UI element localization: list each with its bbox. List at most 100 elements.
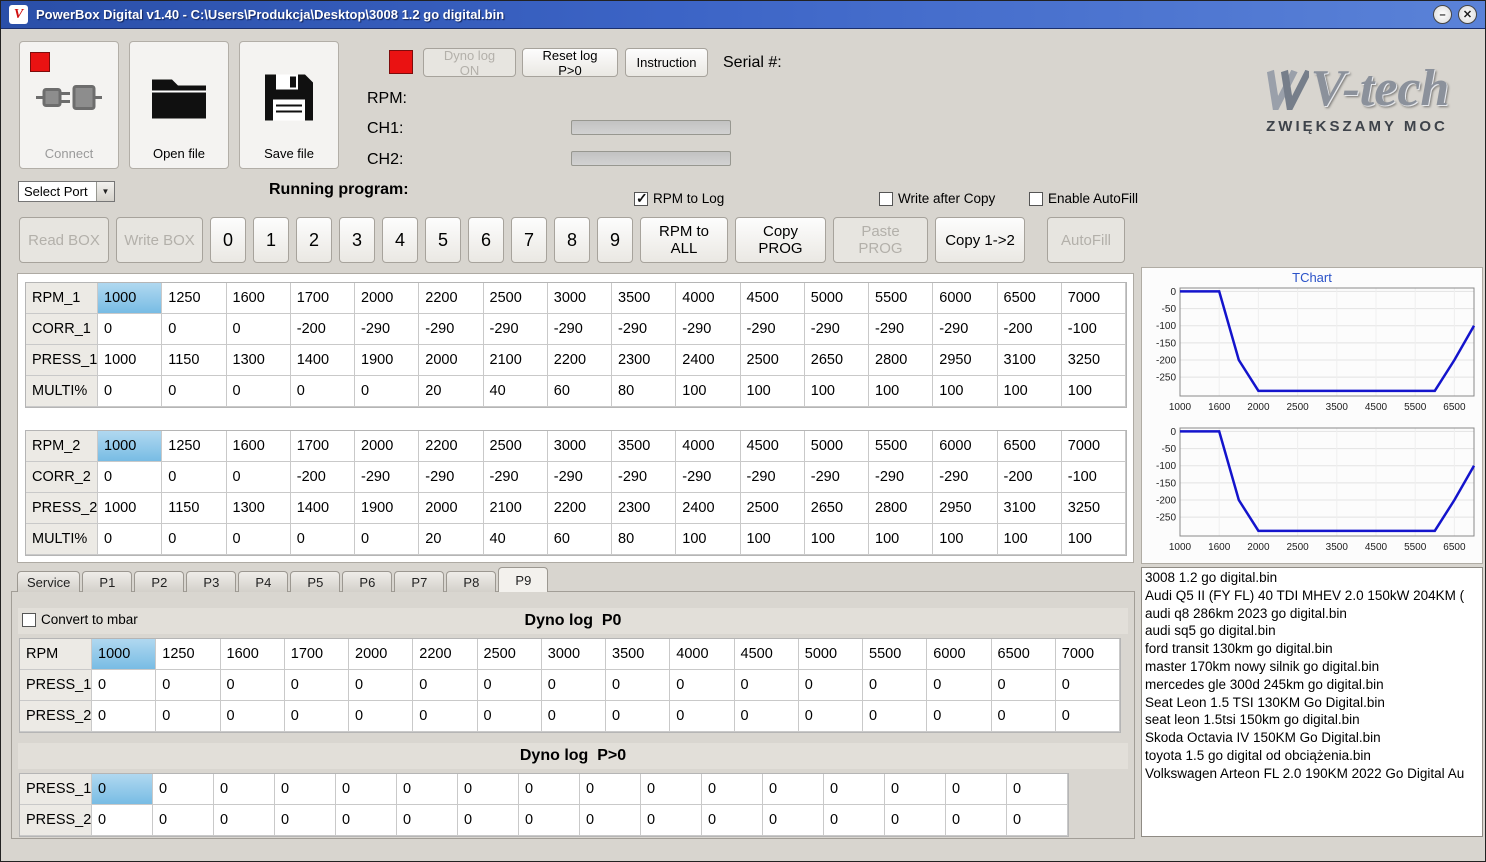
- table-cell[interactable]: 0: [641, 805, 702, 836]
- table-cell[interactable]: 0: [290, 376, 355, 407]
- table-cell[interactable]: -290: [419, 462, 484, 493]
- table-cell[interactable]: 2650: [804, 493, 869, 524]
- table-cell[interactable]: 4500: [740, 283, 805, 314]
- open-file-button[interactable]: Open file: [129, 41, 229, 169]
- tab-p9[interactable]: P9: [498, 567, 549, 592]
- rpm-to-log-checkbox[interactable]: RPM to Log: [634, 190, 724, 207]
- table-cell[interactable]: 0: [284, 701, 349, 732]
- table-cell[interactable]: 7000: [1061, 431, 1126, 462]
- write-after-copy-checkbox[interactable]: Write after Copy: [879, 191, 995, 206]
- table-cell[interactable]: 5000: [804, 431, 869, 462]
- table-cell[interactable]: 2200: [547, 493, 612, 524]
- table-cell[interactable]: 100: [676, 376, 741, 407]
- table-cell[interactable]: 20: [419, 524, 484, 555]
- table-cell[interactable]: 4000: [676, 431, 741, 462]
- table-cell[interactable]: 2300: [612, 493, 677, 524]
- table-cell[interactable]: 2500: [740, 345, 805, 376]
- table-cell[interactable]: 0: [92, 701, 157, 732]
- table-cell[interactable]: 0: [734, 701, 799, 732]
- table-cell[interactable]: 100: [676, 524, 741, 555]
- tab-p3[interactable]: P3: [186, 571, 237, 592]
- table-cell[interactable]: 3100: [997, 345, 1062, 376]
- table-cell[interactable]: 1150: [162, 345, 227, 376]
- tab-p5[interactable]: P5: [290, 571, 341, 592]
- table-cell[interactable]: 0: [92, 670, 157, 701]
- table-cell[interactable]: 1600: [220, 639, 285, 670]
- table-cell[interactable]: 0: [885, 805, 946, 836]
- file-item[interactable]: Audi Q5 II (FY FL) 40 TDI MHEV 2.0 150kW…: [1142, 587, 1482, 605]
- table-cell[interactable]: 0: [927, 701, 992, 732]
- table-cell[interactable]: 0: [458, 774, 519, 805]
- table-cell[interactable]: 0: [1055, 701, 1120, 732]
- table-cell[interactable]: 0: [153, 805, 214, 836]
- table-cell[interactable]: 0: [670, 670, 735, 701]
- table-cell[interactable]: 0: [98, 524, 163, 555]
- table-cell[interactable]: 1600: [226, 431, 291, 462]
- table-cell[interactable]: 0: [458, 805, 519, 836]
- table-cell[interactable]: 0: [156, 701, 221, 732]
- table-cell[interactable]: 0: [162, 462, 227, 493]
- table-cell[interactable]: 2950: [933, 493, 998, 524]
- write-box-button[interactable]: Write BOX: [116, 217, 203, 263]
- table-cell[interactable]: 1150: [162, 493, 227, 524]
- table-cell[interactable]: 0: [641, 774, 702, 805]
- table-cell[interactable]: 0: [226, 524, 291, 555]
- table-cell[interactable]: 0: [397, 774, 458, 805]
- table-cell[interactable]: 1000: [98, 493, 163, 524]
- table-cell[interactable]: 6500: [997, 431, 1062, 462]
- table-cell[interactable]: -100: [1061, 314, 1126, 345]
- table-cell[interactable]: 0: [991, 701, 1056, 732]
- table-cell[interactable]: 1000: [98, 431, 163, 462]
- digit-button-6[interactable]: 6: [468, 217, 504, 263]
- table-cell[interactable]: 100: [869, 524, 934, 555]
- table-cell[interactable]: 3000: [547, 283, 612, 314]
- table-cell[interactable]: 0: [477, 670, 542, 701]
- table-cell[interactable]: -290: [547, 462, 612, 493]
- table-cell[interactable]: 1700: [290, 431, 355, 462]
- table-cell[interactable]: 40: [483, 376, 548, 407]
- table-cell[interactable]: -290: [869, 462, 934, 493]
- table-cell[interactable]: 60: [547, 376, 612, 407]
- table-cell[interactable]: 3500: [612, 431, 677, 462]
- table-cell[interactable]: 3000: [541, 639, 606, 670]
- table-cell[interactable]: 4000: [676, 283, 741, 314]
- table-cell[interactable]: 0: [670, 701, 735, 732]
- table-cell[interactable]: 2800: [869, 345, 934, 376]
- table-cell[interactable]: 0: [1055, 670, 1120, 701]
- digit-button-3[interactable]: 3: [339, 217, 375, 263]
- table-cell[interactable]: 2500: [477, 639, 542, 670]
- table-cell[interactable]: 100: [1061, 376, 1126, 407]
- table-cell[interactable]: -290: [740, 314, 805, 345]
- table-cell[interactable]: 1000: [98, 345, 163, 376]
- table-cell[interactable]: 0: [156, 670, 221, 701]
- table-cell[interactable]: 0: [863, 670, 928, 701]
- table-cell[interactable]: 0: [580, 805, 641, 836]
- table-cell[interactable]: 0: [734, 670, 799, 701]
- table-cell[interactable]: -200: [997, 314, 1062, 345]
- table-cell[interactable]: 3100: [997, 493, 1062, 524]
- file-item[interactable]: Skoda Octavia IV 150KM Go Digital.bin: [1142, 729, 1482, 747]
- table-cell[interactable]: 1300: [226, 493, 291, 524]
- table-cell[interactable]: 2200: [419, 283, 484, 314]
- table-cell[interactable]: 0: [220, 701, 285, 732]
- table-cell[interactable]: 2200: [413, 639, 478, 670]
- table-cell[interactable]: 0: [162, 376, 227, 407]
- table-cell[interactable]: 0: [355, 376, 420, 407]
- table-cell[interactable]: 0: [946, 805, 1007, 836]
- table-cell[interactable]: 0: [541, 670, 606, 701]
- table-cell[interactable]: 0: [606, 701, 671, 732]
- table-cell[interactable]: 2400: [676, 493, 741, 524]
- paste-prog-button[interactable]: Paste PROG: [833, 217, 928, 263]
- file-item[interactable]: seat leon 1.5tsi 150km go digital.bin: [1142, 711, 1482, 729]
- table-cell[interactable]: 0: [92, 774, 153, 805]
- minimize-button[interactable]: –: [1433, 5, 1452, 24]
- table-cell[interactable]: 100: [804, 376, 869, 407]
- table-cell[interactable]: 5000: [804, 283, 869, 314]
- reset-log-button[interactable]: Reset log P>0: [522, 48, 618, 78]
- table-cell[interactable]: 0: [397, 805, 458, 836]
- table-cell[interactable]: 0: [413, 670, 478, 701]
- table-cell[interactable]: 0: [336, 774, 397, 805]
- table-cell[interactable]: -290: [612, 462, 677, 493]
- table-cell[interactable]: -290: [869, 314, 934, 345]
- table-cell[interactable]: 0: [413, 701, 478, 732]
